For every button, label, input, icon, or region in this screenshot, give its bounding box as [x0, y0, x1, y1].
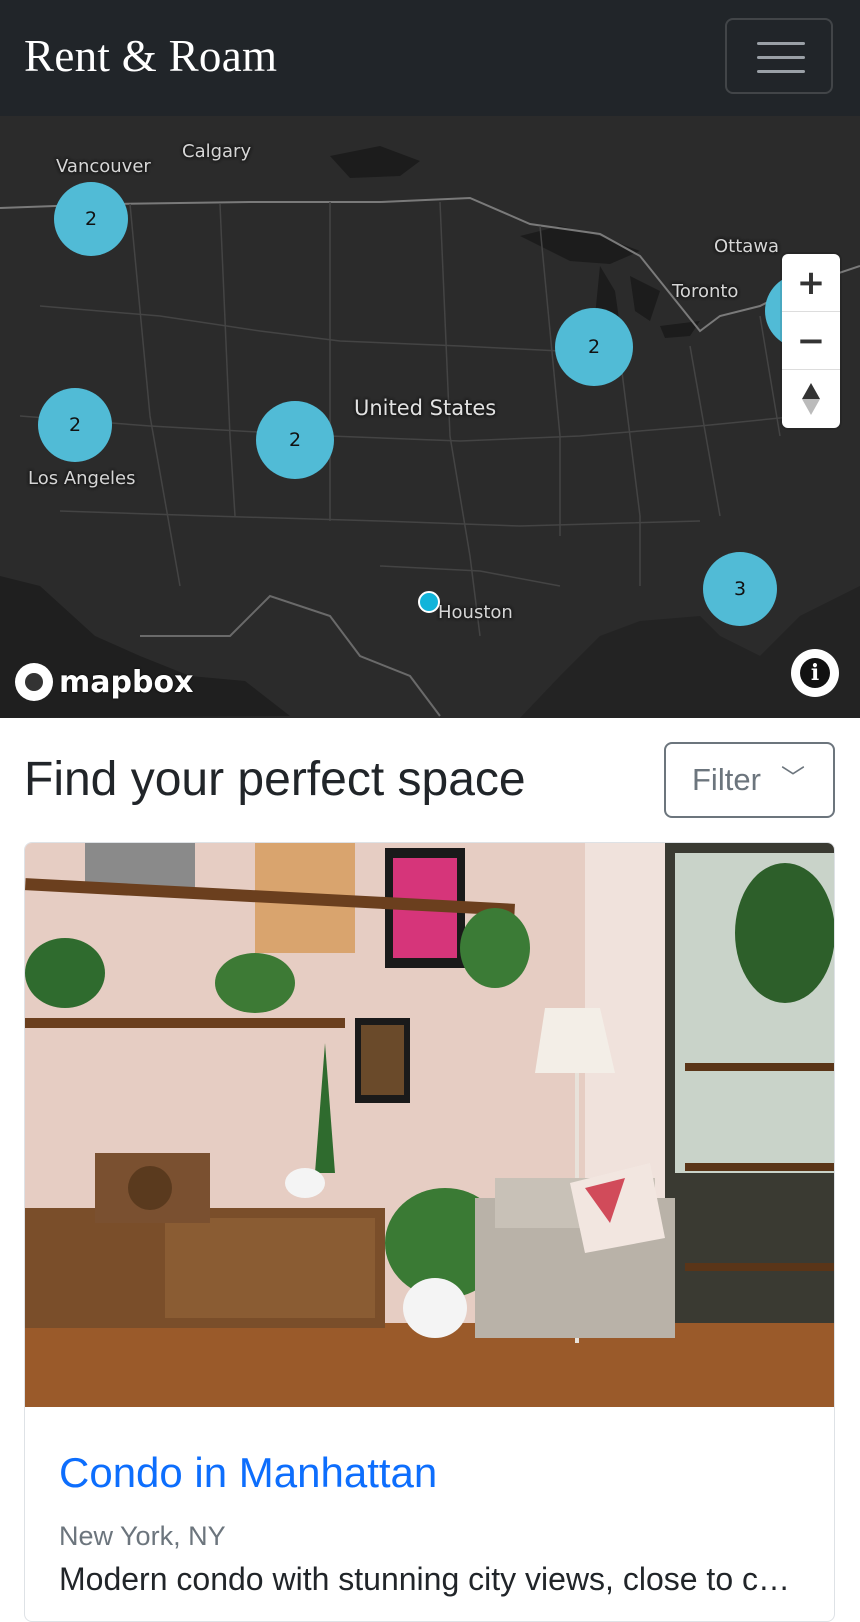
country-label-united-states: United States [354, 396, 497, 420]
zoom-in-button[interactable]: + [782, 254, 840, 312]
attribution-info-button[interactable]: i [791, 649, 839, 697]
map[interactable]: Vancouver Calgary Ottawa Toronto Los Ang… [0, 116, 860, 718]
brand-logo[interactable]: Rent & Roam [24, 30, 277, 82]
listing-photo[interactable] [25, 843, 835, 1407]
map-cluster-los-angeles[interactable]: 2 [38, 388, 112, 462]
compass-button[interactable] [782, 370, 840, 428]
city-label-calgary: Calgary [182, 141, 252, 162]
listing-card[interactable]: Condo in Manhattan New York, NY Modern c… [24, 842, 835, 1622]
filter-dropdown-button[interactable]: Filter ﹀ [664, 742, 835, 818]
navbar: Rent & Roam [0, 0, 860, 116]
listing-description: Modern condo with stunning city views, c… [59, 1561, 799, 1597]
city-label-toronto: Toronto [672, 281, 739, 302]
city-label-houston: Houston [438, 602, 513, 623]
page-title: Find your perfect space [24, 753, 526, 806]
map-navigation-control: + − [782, 254, 840, 428]
listing-location: New York, NY [59, 1521, 226, 1551]
zoom-out-button[interactable]: − [782, 312, 840, 370]
compass-icon [802, 383, 820, 415]
map-cluster-mountain[interactable]: 2 [256, 401, 334, 479]
listing-title[interactable]: Condo in Manhattan [59, 1449, 437, 1497]
map-cluster-vancouver[interactable]: 2 [54, 182, 128, 256]
mapbox-logo-icon [15, 663, 53, 701]
city-label-vancouver: Vancouver [56, 156, 151, 177]
map-cluster-florida[interactable]: 3 [703, 552, 777, 626]
map-marker-houston[interactable] [418, 591, 440, 613]
info-icon: i [800, 658, 830, 688]
mapbox-logo[interactable]: mapbox [15, 663, 193, 701]
chevron-down-icon: ﹀ [781, 765, 805, 792]
city-label-ottawa: Ottawa [714, 236, 780, 257]
map-cluster-midwest[interactable]: 2 [555, 308, 633, 386]
mapbox-wordmark: mapbox [59, 664, 194, 700]
city-label-los-angeles: Los Angeles [28, 468, 136, 489]
filter-label: Filter [692, 762, 761, 797]
menu-toggle-button[interactable] [725, 18, 833, 94]
